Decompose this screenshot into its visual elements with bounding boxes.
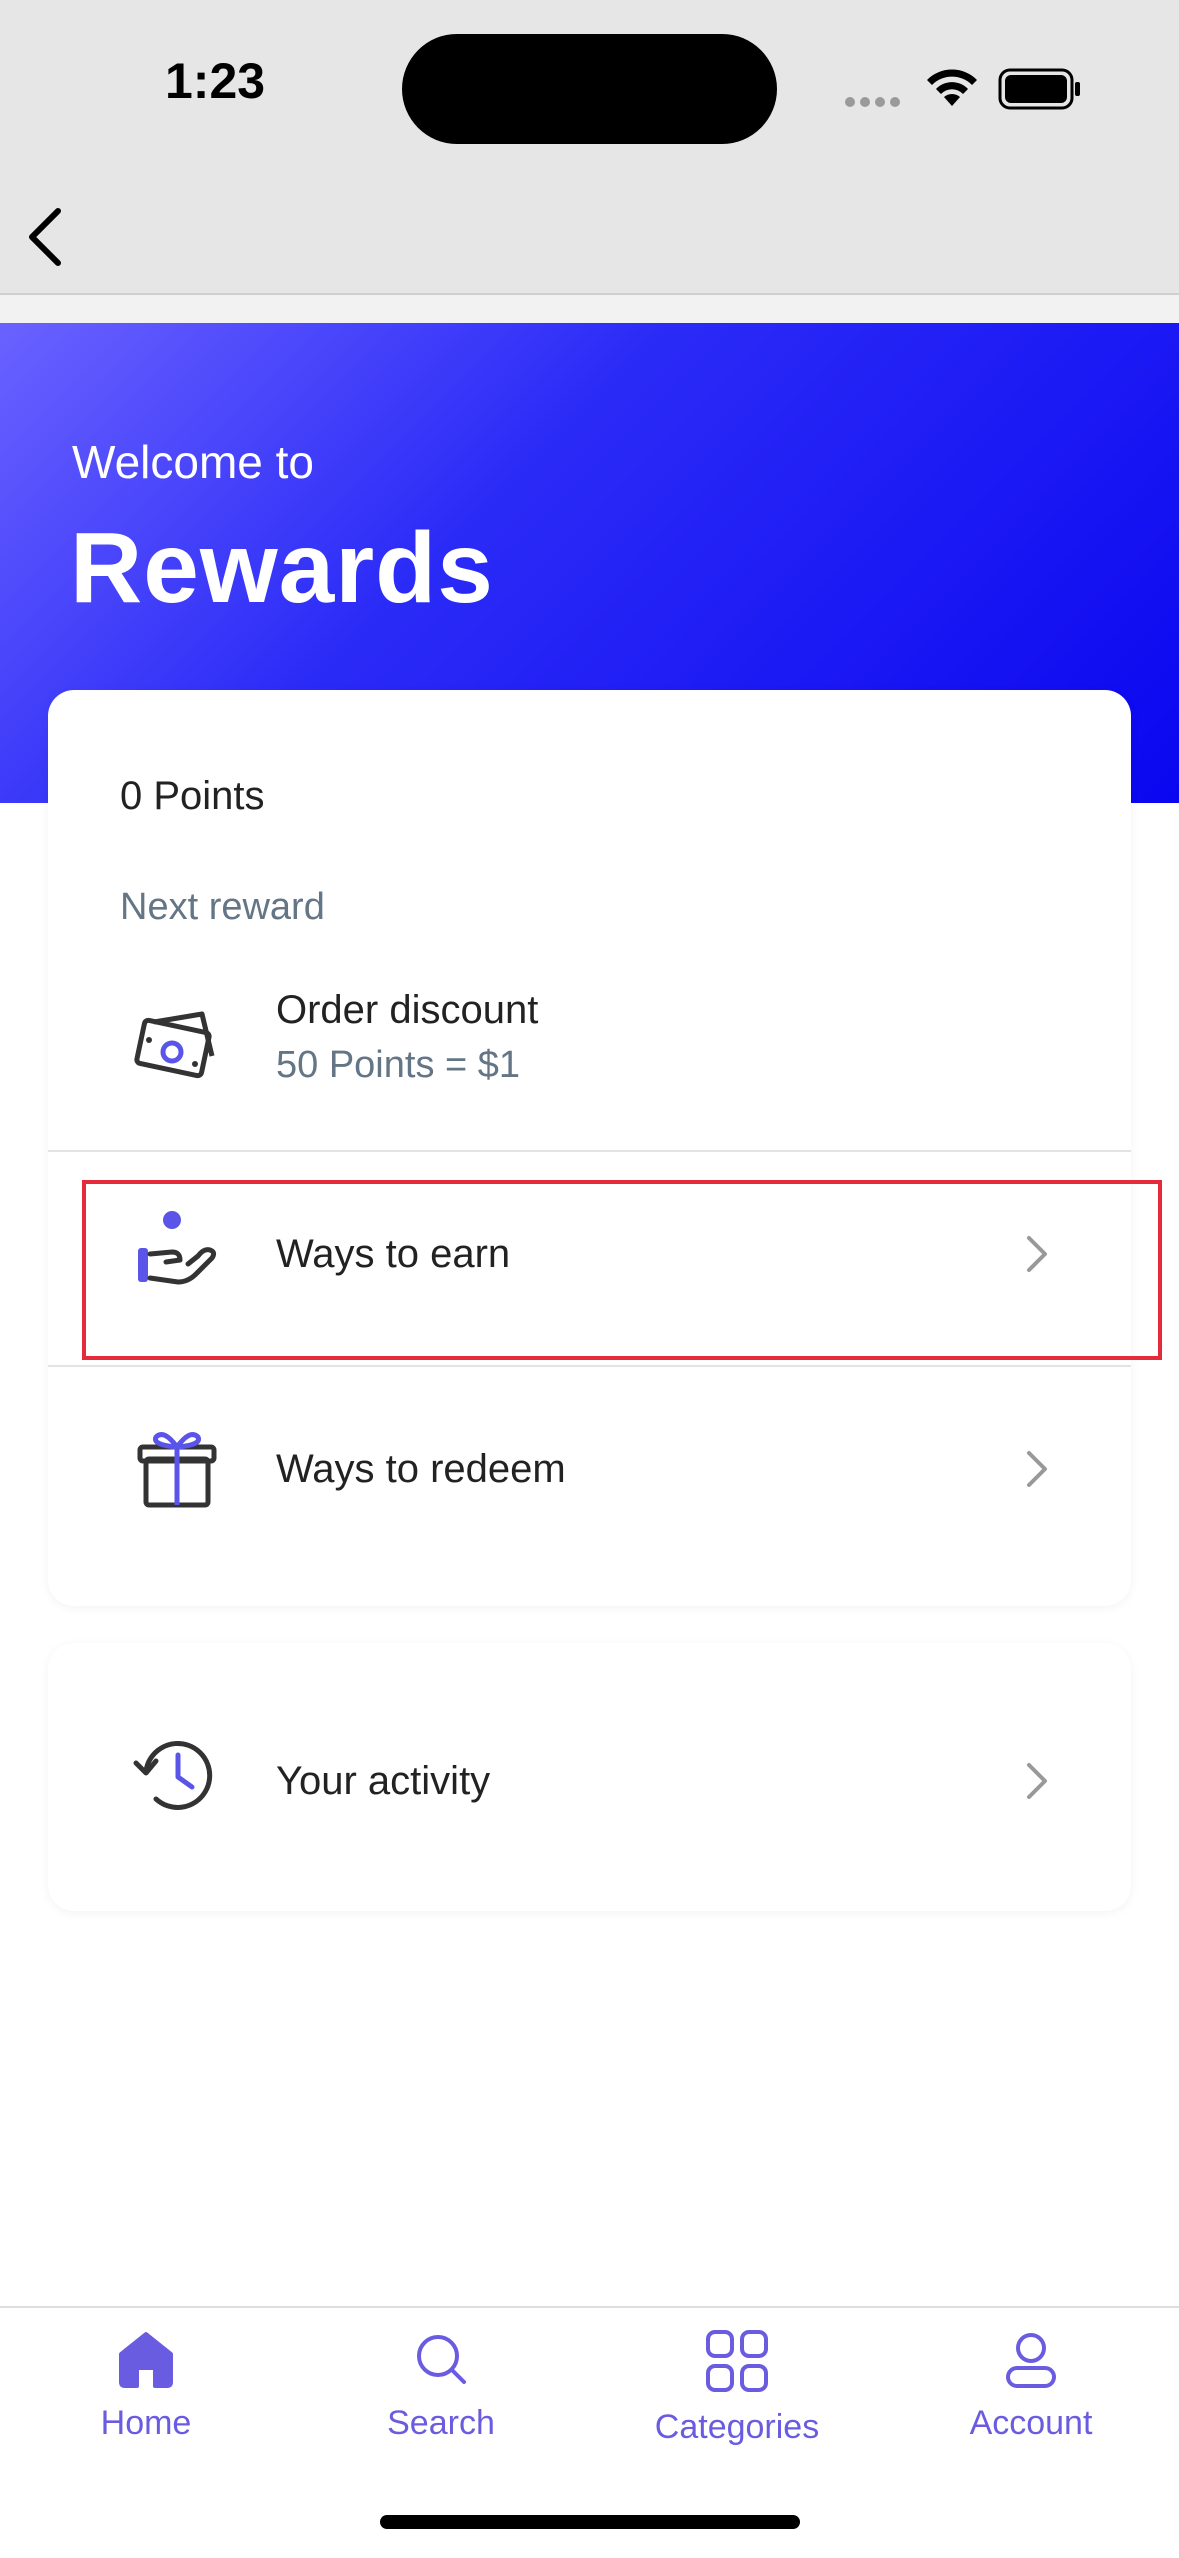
tab-label: Home (100, 2404, 192, 2442)
back-button[interactable] (18, 195, 98, 285)
chevron-right-icon (1027, 1451, 1047, 1487)
tab-categories[interactable]: Categories (627, 2328, 847, 2478)
tab-home[interactable]: Home (36, 2328, 256, 2478)
battery-icon (998, 68, 1080, 110)
tab-label: Search (387, 2404, 495, 2442)
reward-name: Order discount (276, 988, 539, 1032)
page-title: Rewards (70, 512, 494, 624)
home-icon (119, 2332, 173, 2388)
wifi-icon (927, 69, 977, 106)
grid-icon (706, 2330, 768, 2392)
tab-label: Categories (654, 2408, 820, 2446)
chevron-right-icon (1027, 1763, 1047, 1799)
cash-icon (134, 1011, 215, 1079)
search-icon (417, 2335, 466, 2384)
cellular-signal-icon (845, 94, 905, 112)
status-time: 1:23 (165, 53, 266, 109)
user-icon (1006, 2333, 1056, 2388)
your-activity-label: Your activity (276, 1759, 491, 1803)
next-reward-label: Next reward (120, 886, 325, 928)
tab-search[interactable]: Search (331, 2328, 551, 2478)
activity-card: Your activity (48, 1643, 1131, 1911)
tab-label: Account (969, 2404, 1093, 2442)
ways-to-redeem-row[interactable]: Ways to redeem (48, 1365, 1131, 1565)
status-bar: 1:23 (0, 0, 1179, 185)
home-indicator (380, 2515, 800, 2529)
your-activity-row[interactable]: Your activity (48, 1677, 1131, 1877)
ways-to-redeem-label: Ways to redeem (276, 1447, 566, 1491)
rewards-card: 0 Points Next reward Order discount 50 P… (48, 690, 1131, 1606)
history-icon (133, 1740, 213, 1810)
welcome-text: Welcome to (72, 436, 315, 488)
reward-rate: 50 Points = $1 (276, 1044, 521, 1086)
dynamic-island (402, 34, 777, 144)
navigation-bar (0, 185, 1179, 295)
chevron-left-icon (29, 208, 61, 266)
header-separator (0, 295, 1179, 323)
tab-account[interactable]: Account (921, 2328, 1141, 2478)
points-balance: 0 Points (120, 774, 265, 818)
selection-highlight (82, 1180, 1162, 1360)
gift-icon (137, 1432, 217, 1508)
